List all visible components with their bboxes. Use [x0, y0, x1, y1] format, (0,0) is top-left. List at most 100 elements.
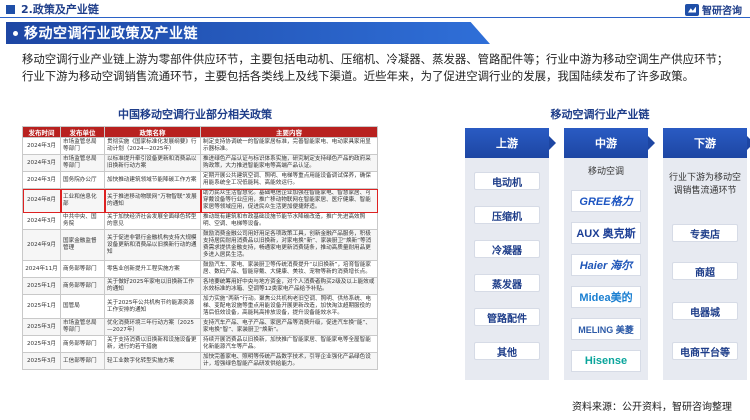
policy-table-body: 2024年3月 市场监管总局等部门 贯彻实施《国家标准化发展纲要》行动计划（2024…: [22, 137, 378, 370]
industry-chain-diagram: 上游 电动机 压缩机 冷凝器 蒸发器 管路配件 其他 中游 移动空调 GREE格…: [465, 128, 750, 380]
table-row: 2025年1月 国管局 关于2025年公共机构节约能源资源工作安排的通知 加力实施“两…: [22, 294, 378, 319]
downstream-item: 电商平台等: [672, 342, 738, 360]
table-cell: 2025年1月: [22, 294, 61, 319]
table-cell: 2024年11月: [22, 260, 61, 278]
table-cell: 2025年3月: [22, 352, 61, 370]
table-row: 2024年3月 市场监管总局等部门 贯彻实施《国家标准化发展纲要》行动计划（2024…: [22, 137, 378, 155]
upstream-item: 蒸发器: [474, 274, 540, 292]
table-cell: 推动既有建筑和市政基础设施节能节水降碳改造，推广先进高效照明、空调、电梯等设备。: [200, 212, 378, 230]
downstream-column: 下游 行业下游为移动空调销售流通环节 专卖店 商超 电器城 电商平台等: [663, 128, 750, 380]
table-cell: 2024年3月: [22, 154, 61, 172]
table-cell: 轻工业数字化转型实施方案: [104, 352, 201, 370]
brand-logo-midea: Midea美的: [571, 286, 641, 308]
logo-text: 智研咨询: [702, 6, 742, 17]
downstream-header: 下游: [663, 128, 750, 158]
upstream-column: 上游 电动机 压缩机 冷凝器 蒸发器 管路配件 其他: [465, 128, 556, 380]
table-cell: 关于加快经济社会发展全面绿色转型的意见: [104, 212, 201, 230]
table-cell: 关于2025年公共机构节约能源资源工作安排的通知: [104, 294, 201, 319]
upstream-header: 上游: [465, 128, 556, 158]
upstream-item: 冷凝器: [474, 240, 540, 258]
page-title-banner: 移动空调行业政策及产业链: [6, 22, 490, 44]
chain-title: 移动空调行业产业链: [550, 108, 650, 121]
table-cell: 加快推动建筑领域节能降碳工作方案: [104, 171, 201, 189]
table-cell: 制定支持协调统一的智能家居标准，完善智能家电、电动家具家用显示器标准。: [200, 137, 378, 155]
brand-logo-meling: MELING 美菱: [571, 318, 641, 340]
intro-paragraph: 移动空调行业产业链上游为零部件供应环节，主要包括电动机、压缩机、冷凝器、蒸发器、…: [22, 52, 729, 83]
table-cell: 助力民众生活智慧化。基础电信企业加强在智能家电、智慧家居、可穿戴设备等行业应用，…: [200, 188, 378, 213]
table-cell: 商务部等部门: [60, 260, 105, 278]
downstream-item: 专卖店: [672, 224, 738, 242]
table-header-row: 发布时间 发布单位 政策名称 主要内容: [22, 126, 378, 138]
column-header: 主要内容: [200, 126, 378, 138]
table-row: 2024年3月 中共中央、国务院 关于加快经济社会发展全面绿色转型的意见 推动既有建筑…: [22, 212, 378, 230]
logo-chart-icon: [685, 3, 699, 16]
midstream-subtitle: 移动空调: [587, 167, 624, 177]
table-row: 2025年1月 商务部等部门 关于做好2025年家电以旧换新工作的通知 各地要统筹用好…: [22, 277, 378, 295]
table-cell: 加快完善家电、照明等传统产品数字技术，引导企业强化产品绿色设计，增强绿色智能产品…: [200, 352, 378, 370]
downstream-item: 电器城: [672, 302, 738, 320]
page-title: 移动空调行业政策及产业链: [24, 26, 198, 42]
brand-logo-aux: AUX 奥克斯: [571, 222, 641, 244]
table-cell: 持续开展消费品以旧换新，加快推广智能家居、智能家电等全屋智能化新能源汽车等产品。: [200, 335, 378, 353]
brand-logo-haier: Haier 海尔: [571, 254, 641, 276]
table-cell: 关于推进移动物联网“万物智联”发展的通知: [104, 188, 201, 213]
table-row: 2025年3月 工信部等部门 轻工业数字化转型实施方案 加快完善家电、照明等传统产品数…: [22, 352, 378, 370]
table-cell: 市场监管总局等部门: [60, 137, 105, 155]
upstream-item: 电动机: [474, 172, 540, 190]
downstream-description: 行业下游为移动空调销售流通环节: [668, 173, 741, 196]
table-cell: 各地要统筹用好中央与地方资金，对个人消费者购买2级及以上能效或水效标准的冰箱、空…: [200, 277, 378, 295]
section-title: 2.政策及产业链: [21, 3, 99, 16]
table-cell: 商务部等部门: [60, 277, 105, 295]
table-cell: 优化消费环境三年行动方案（2025—2027年）: [104, 318, 201, 336]
table-cell: 2025年3月: [22, 318, 61, 336]
table-cell: 国管局: [60, 294, 105, 319]
table-cell: 2024年3月: [22, 212, 61, 230]
brand-logo-gree: GREE格力: [571, 190, 641, 212]
table-cell: 定期开展公共建筑空调、照明、电梯等重点用能设备调试保养，确保用能系统全工况低能耗…: [200, 171, 378, 189]
table-row: 2024年3月 国务院办公厅 加快推动建筑领域节能降碳工作方案 定期开展公共建筑空调、…: [22, 171, 378, 189]
top-divider: [0, 17, 750, 18]
column-header: 发布单位: [60, 126, 105, 138]
table-cell: 零售业创新提升工程实施方案: [104, 260, 201, 278]
upstream-item: 其他: [474, 342, 540, 360]
source-note: 资料来源：公开资料，智研咨询整理: [572, 402, 732, 413]
table-cell: 2024年3月: [22, 171, 61, 189]
brand-logo: 智研咨询: [685, 2, 742, 17]
column-header: 政策名称: [104, 126, 201, 138]
table-cell: 2025年1月: [22, 277, 61, 295]
upstream-item: 管路配件: [474, 308, 540, 326]
table-cell: 加力实施“两新”行动。聚焦公共机构老旧空调、照明、供热系统、电梯、变配电设施等重…: [200, 294, 378, 319]
section-marker-icon: [6, 4, 15, 14]
table-cell: 鼓励消费金融公司用好用足各项政策工具，创新金融产品服务，积极支持居民耐用消费品以…: [200, 229, 378, 261]
midstream-column: 中游 移动空调 GREE格力 AUX 奥克斯 Haier 海尔 Midea美的 …: [564, 128, 655, 380]
table-row: 2024年9月 国家金融监督管理 关于促进非银行金融机构支持大规模设备更新和消费品以…: [22, 229, 378, 261]
table-cell: 2025年3月: [22, 335, 61, 353]
midstream-header: 中游: [564, 128, 655, 158]
downstream-item: 商超: [672, 262, 738, 280]
table-cell: 贯彻实施《国家标准化发展纲要》行动计划（2024—2025年）: [104, 137, 201, 155]
table-row: 2024年11月 商务部等部门 零售业创新提升工程实施方案 鼓励汽车、家电、家装厨卫等…: [22, 260, 378, 278]
table-cell: 支持汽车产品、电子产品、家居产品等消费升级，促进汽车换“能”、家电换“智”、家装…: [200, 318, 378, 336]
table-cell: 推进绿色产品认证与标识体系实施，研究制定支持绿色产品的政府采购政策，大力推进智能…: [200, 154, 378, 172]
table-cell: 2024年8月: [22, 188, 61, 213]
top-bar: 2.政策及产业链: [0, 0, 750, 18]
table-row: 2024年3月 市场监管总局等部门 以标准提升牵引设备更新和消费品以旧换新行动方案推…: [22, 154, 378, 172]
policy-table-title: 中国移动空调行业部分相关政策: [118, 108, 272, 121]
policy-table: 发布时间 发布单位 政策名称 主要内容 2024年3月 市场监管总局等部门 贯彻实施…: [22, 126, 378, 370]
table-cell: 工业和信息化部: [60, 188, 105, 213]
table-cell: 2024年9月: [22, 229, 61, 261]
table-cell: 市场监管总局等部门: [60, 154, 105, 172]
table-row: 2025年3月 市场监管总局等部门 优化消费环境三年行动方案（2025—2027年）…: [22, 318, 378, 336]
table-cell: 工信部等部门: [60, 352, 105, 370]
table-row: 2025年3月 商务部等部门 关于支持消费以旧换新和设施设备更新，进行的若干措施 持续…: [22, 335, 378, 353]
table-cell: 市场监管总局等部门: [60, 318, 105, 336]
table-cell: 鼓励汽车、家电、家装厨卫等传统消费提升“以旧换新”，培育智能家居、数码产品、智能…: [200, 260, 378, 278]
table-cell: 关于促进非银行金融机构支持大规模设备更新和消费品以旧换新行动的通知: [104, 229, 201, 261]
bullet-icon: [13, 30, 18, 36]
table-row: 2024年8月 工业和信息化部 关于推进移动物联网“万物智联”发展的通知 助力民众生活…: [22, 188, 378, 213]
table-cell: 国家金融监督管理: [60, 229, 105, 261]
table-cell: 商务部等部门: [60, 335, 105, 353]
table-cell: 中共中央、国务院: [60, 212, 105, 230]
table-cell: 以标准提升牵引设备更新和消费品以旧换新行动方案: [104, 154, 201, 172]
table-cell: 国务院办公厅: [60, 171, 105, 189]
